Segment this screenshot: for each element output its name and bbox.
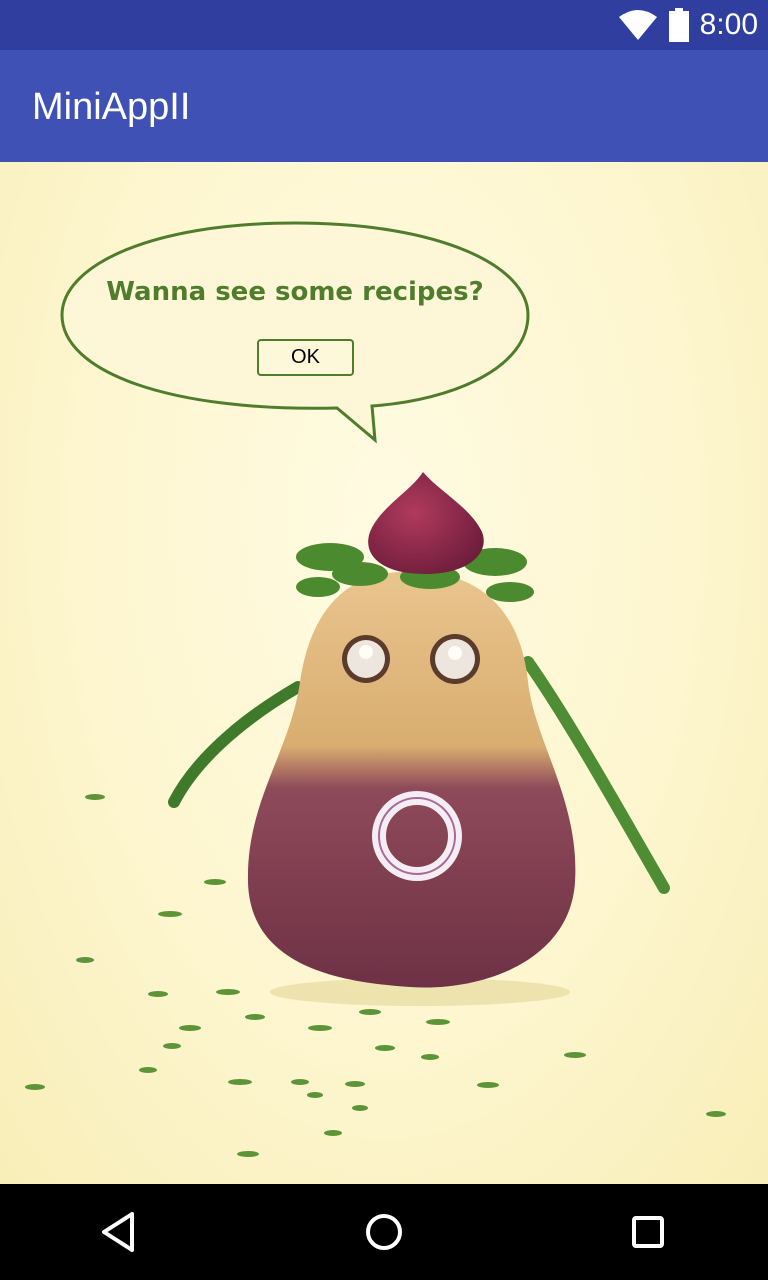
- navigation-bar: [0, 1184, 768, 1280]
- home-icon[interactable]: [358, 1206, 410, 1258]
- recents-icon[interactable]: [622, 1206, 674, 1258]
- app-title: MiniAppII: [32, 86, 191, 128]
- battery-icon: [668, 8, 689, 42]
- wifi-icon: [618, 10, 657, 40]
- status-bar: 8:00: [0, 0, 768, 50]
- status-icons: 8:00: [618, 0, 758, 50]
- back-icon[interactable]: [94, 1206, 146, 1258]
- speech-bubble-outline: [60, 221, 530, 444]
- app-bar: MiniAppII: [0, 50, 768, 162]
- content-area: Wanna see some recipes? OK: [0, 162, 768, 1184]
- ok-button[interactable]: OK: [257, 339, 354, 376]
- status-time: 8:00: [699, 8, 758, 41]
- vegetable-character-illustration: [25, 221, 726, 1157]
- speech-bubble-prompt: Wanna see some recipes?: [106, 277, 484, 307]
